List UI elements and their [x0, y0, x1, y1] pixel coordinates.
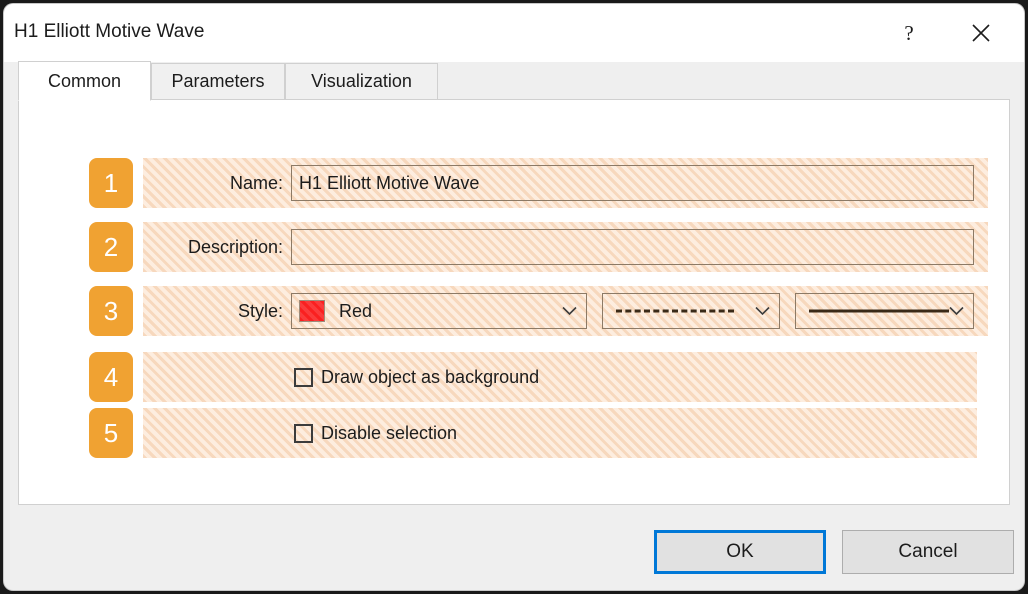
name-input[interactable]: H1 Elliott Motive Wave — [291, 165, 974, 201]
tab-common[interactable]: Common — [18, 61, 151, 101]
form-row-name: 1 Name: H1 Elliott Motive Wave — [19, 158, 989, 208]
tab-visualization[interactable]: Visualization — [285, 63, 438, 100]
row-highlight-band — [143, 352, 977, 402]
form-row-description: 2 Description: — [19, 222, 989, 272]
ok-button[interactable]: OK — [654, 530, 826, 574]
step-badge-2: 2 — [89, 222, 133, 272]
disable-selection-label: Disable selection — [321, 422, 458, 443]
draw-background-checkbox[interactable] — [294, 367, 313, 387]
style-color-value: Red — [339, 301, 373, 321]
draw-background-checkbox-row[interactable]: Draw object as background — [294, 352, 539, 402]
step-badge-3: 3 — [89, 286, 133, 336]
style-label: Style: — [237, 301, 283, 321]
row-highlight-band — [143, 408, 977, 458]
description-input[interactable] — [291, 229, 974, 265]
draw-background-label: Draw object as background — [321, 366, 540, 387]
disable-selection-checkbox-row[interactable]: Disable selection — [294, 408, 457, 458]
color-swatch — [299, 300, 325, 322]
cancel-button[interactable]: Cancel — [842, 530, 1014, 574]
chevron-down-icon — [562, 306, 577, 316]
name-label: Name: — [229, 173, 283, 193]
tab-strip: Common Parameters Visualization — [18, 61, 1010, 101]
style-width-combo[interactable] — [795, 293, 974, 329]
step-badge-1: 1 — [89, 158, 133, 208]
style-color-combo[interactable]: Red — [291, 293, 587, 329]
dashed-line-preview — [616, 309, 734, 313]
chevron-down-icon — [755, 306, 770, 316]
title-bar: H1 Elliott Motive Wave ? — [4, 4, 1024, 62]
close-button[interactable] — [952, 4, 1010, 62]
step-badge-5: 5 — [89, 408, 133, 458]
tab-parameters[interactable]: Parameters — [151, 63, 285, 100]
help-button[interactable]: ? — [880, 4, 938, 62]
form-row-draw-background: 4 Draw object as background — [19, 352, 989, 402]
disable-selection-checkbox[interactable] — [294, 423, 313, 443]
description-label: Description: — [187, 237, 283, 257]
chevron-down-icon — [949, 306, 964, 316]
style-dash-combo[interactable] — [602, 293, 780, 329]
solid-line-preview — [809, 309, 949, 313]
dialog-window: H1 Elliott Motive Wave ? Common Paramete… — [4, 4, 1024, 590]
step-badge-4: 4 — [89, 352, 133, 402]
close-icon — [970, 22, 992, 44]
window-title: H1 Elliott Motive Wave — [14, 21, 205, 42]
form-row-disable-selection: 5 Disable selection — [19, 408, 989, 458]
form-row-style: 3 Style: Red — [19, 286, 989, 336]
tab-panel-common: 1 Name: H1 Elliott Motive Wave 2 Descrip… — [18, 99, 1010, 505]
